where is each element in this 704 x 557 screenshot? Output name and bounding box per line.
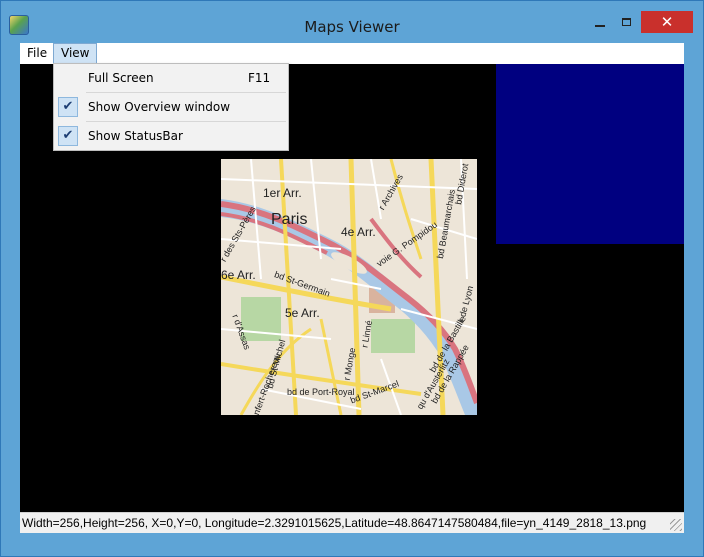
menu-item-full-screen[interactable]: Full Screen F11 xyxy=(54,64,288,92)
map-label: bd de Port-Royal xyxy=(287,387,355,397)
menu-item-show-overview[interactable]: ✔ Show Overview window xyxy=(54,93,288,121)
status-text: Width=256,Height=256, X=0,Y=0, Longitude… xyxy=(22,516,647,530)
minimize-icon xyxy=(595,25,605,27)
window-bottom-border[interactable] xyxy=(1,533,703,557)
close-button[interactable]: ✕ xyxy=(641,11,693,33)
menu-item-show-statusbar[interactable]: ✔ Show StatusBar xyxy=(54,122,288,150)
resize-grip-icon[interactable] xyxy=(670,519,682,531)
map-label: 5e Arr. xyxy=(285,306,320,320)
menu-item-label: Full Screen xyxy=(88,71,154,85)
status-bar: Width=256,Height=256, X=0,Y=0, Longitude… xyxy=(20,512,684,533)
title-bar[interactable]: Maps Viewer ✕ xyxy=(1,1,703,43)
menu-item-label: Show Overview window xyxy=(88,100,231,114)
minimize-button[interactable] xyxy=(587,11,613,33)
park-jardin-plantes xyxy=(371,319,415,353)
menu-view[interactable]: View xyxy=(53,43,98,64)
maximize-icon xyxy=(621,18,631,26)
overview-window[interactable] xyxy=(496,64,684,244)
map-label: Paris xyxy=(271,211,308,228)
app-window: Maps Viewer ✕ File View 1er Arr. Paris 4… xyxy=(0,0,704,557)
menu-file[interactable]: File xyxy=(20,43,54,64)
close-icon: ✕ xyxy=(660,13,674,31)
check-icon: ✔ xyxy=(58,97,78,117)
map-label: 4e Arr. xyxy=(341,225,376,239)
map-tile[interactable]: 1er Arr. Paris 4e Arr. 6e Arr. 5e Arr. b… xyxy=(221,159,477,415)
map-label: 1er Arr. xyxy=(263,186,302,200)
check-icon: ✔ xyxy=(58,126,78,146)
view-menu-dropdown: Full Screen F11 ✔ Show Overview window ✔… xyxy=(53,63,289,151)
menu-item-shortcut: F11 xyxy=(248,71,271,85)
menu-item-label: Show StatusBar xyxy=(88,129,183,143)
map-label: 6e Arr. xyxy=(221,268,256,282)
maximize-button[interactable] xyxy=(613,11,639,33)
menu-bar: File View xyxy=(20,43,684,65)
